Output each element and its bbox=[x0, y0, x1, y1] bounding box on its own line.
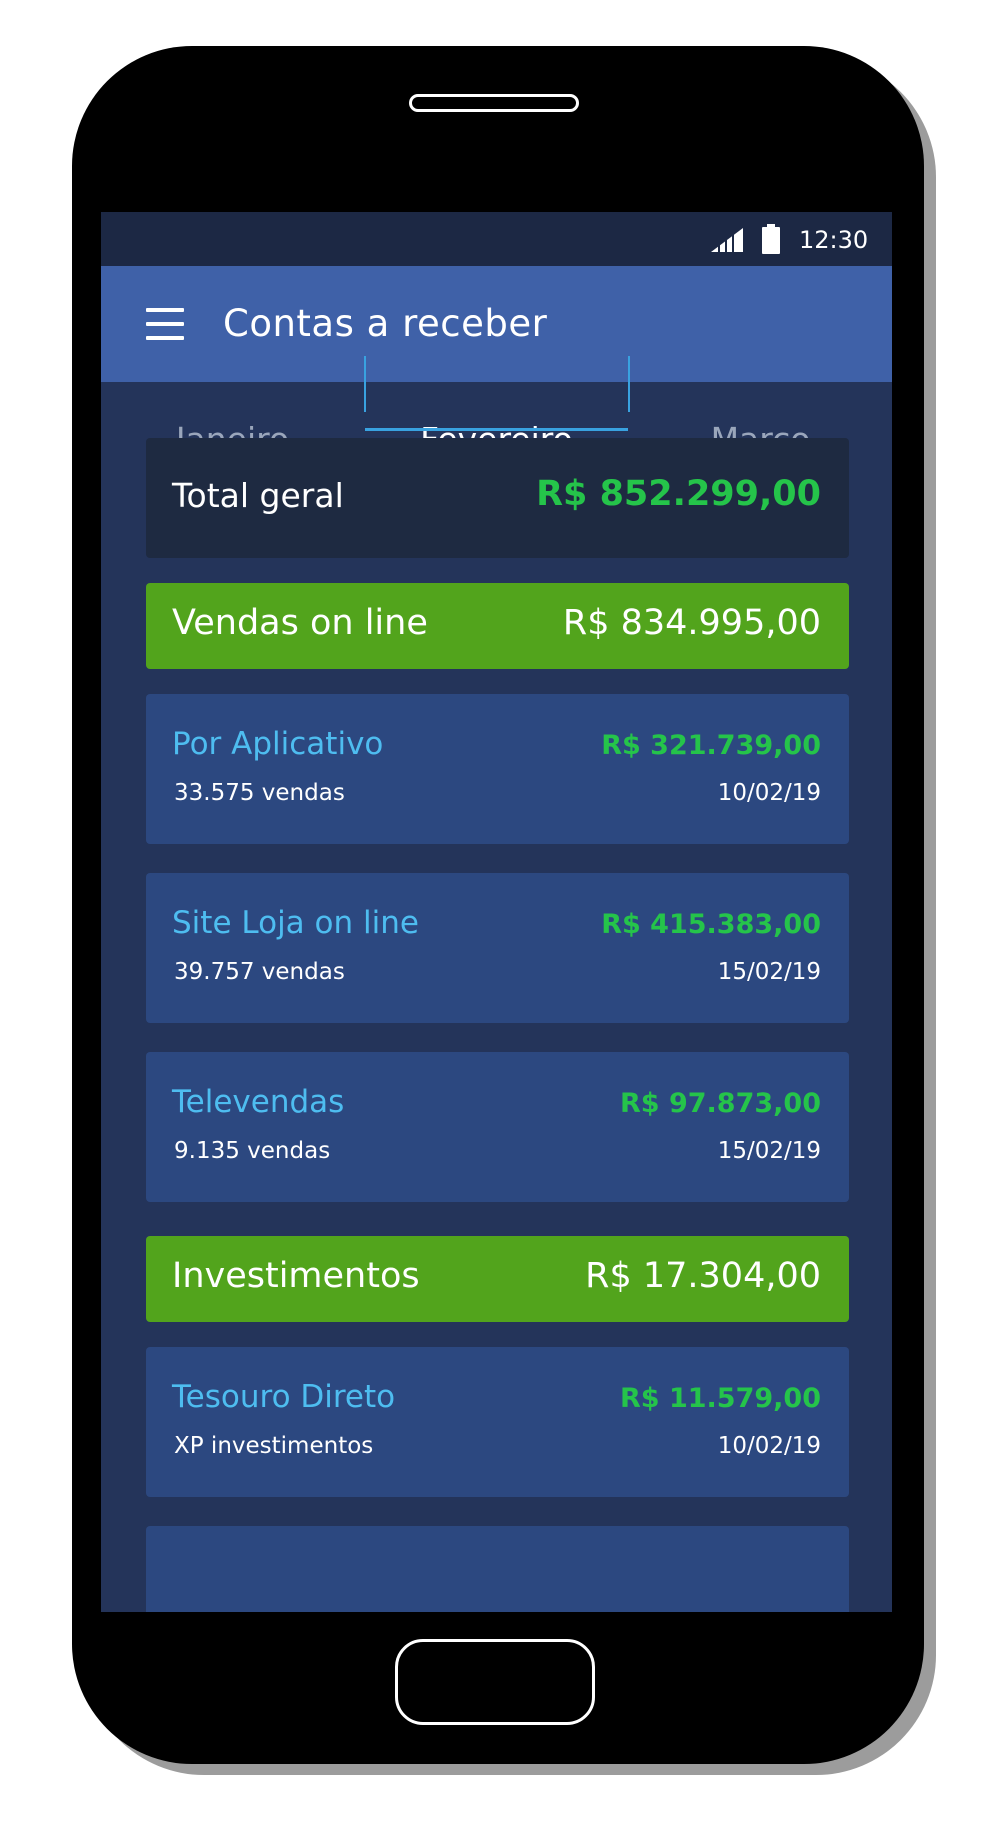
item-subtitle: 33.575 vendas bbox=[174, 780, 345, 806]
item-name: Tesouro Direto bbox=[172, 1379, 396, 1415]
item-date: 10/02/19 bbox=[717, 1433, 821, 1459]
group-label: Investimentos bbox=[172, 1256, 420, 1296]
status-time: 12:30 bbox=[799, 226, 869, 254]
list-item[interactable]: Site Loja on line 39.757 vendas R$ 415.3… bbox=[146, 873, 849, 1023]
group-value: R$ 834.995,00 bbox=[562, 603, 821, 643]
item-subtitle: 9.135 vendas bbox=[174, 1138, 331, 1164]
group-header-vendas-online[interactable]: Vendas on line R$ 834.995,00 bbox=[146, 583, 849, 669]
battery-icon bbox=[762, 224, 780, 254]
menu-icon[interactable] bbox=[146, 308, 184, 340]
group-label: Vendas on line bbox=[172, 603, 428, 643]
active-tab-indicator bbox=[365, 428, 628, 431]
tab-divider bbox=[628, 356, 630, 412]
item-amount: R$ 11.579,00 bbox=[620, 1383, 821, 1414]
total-value: R$ 852.299,00 bbox=[536, 474, 821, 514]
item-amount: R$ 97.873,00 bbox=[620, 1088, 821, 1119]
home-button[interactable] bbox=[395, 1639, 595, 1725]
signal-icon bbox=[711, 228, 743, 252]
total-label: Total geral bbox=[172, 476, 344, 515]
item-date: 15/02/19 bbox=[717, 1138, 821, 1164]
list-item-partial[interactable] bbox=[146, 1526, 849, 1612]
group-value: R$ 17.304,00 bbox=[585, 1256, 821, 1296]
list-item[interactable]: Televendas 9.135 vendas R$ 97.873,00 15/… bbox=[146, 1052, 849, 1202]
item-name: Site Loja on line bbox=[172, 905, 419, 941]
item-subtitle: XP investimentos bbox=[174, 1433, 374, 1459]
item-amount: R$ 321.739,00 bbox=[601, 730, 821, 761]
tab-divider bbox=[364, 356, 366, 412]
page-title: Contas a receber bbox=[223, 302, 548, 345]
list-item[interactable]: Por Aplicativo 33.575 vendas R$ 321.739,… bbox=[146, 694, 849, 844]
phone-speaker bbox=[409, 94, 579, 112]
item-name: Por Aplicativo bbox=[172, 726, 384, 762]
item-subtitle: 39.757 vendas bbox=[174, 959, 345, 985]
item-date: 10/02/19 bbox=[717, 780, 821, 806]
app-bar: Contas a receber bbox=[101, 266, 892, 382]
status-bar: 12:30 bbox=[101, 212, 892, 266]
item-amount: R$ 415.383,00 bbox=[601, 909, 821, 940]
item-name: Televendas bbox=[172, 1084, 345, 1120]
total-card: Total geral R$ 852.299,00 bbox=[146, 438, 849, 558]
group-header-investimentos[interactable]: Investimentos R$ 17.304,00 bbox=[146, 1236, 849, 1322]
phone-screen: 12:30 Contas a receber Janeiro Fevereiro… bbox=[101, 212, 892, 1612]
item-date: 15/02/19 bbox=[717, 959, 821, 985]
list-item[interactable]: Tesouro Direto XP investimentos R$ 11.57… bbox=[146, 1347, 849, 1497]
